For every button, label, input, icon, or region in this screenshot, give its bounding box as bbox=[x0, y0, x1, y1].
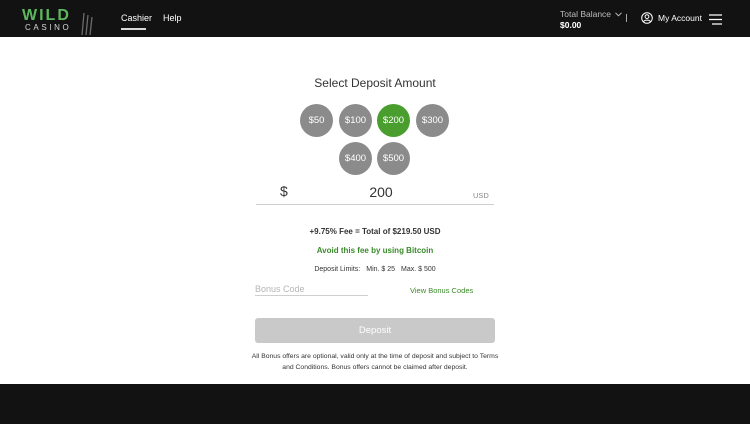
fee-summary: +9.75% Fee = Total of $219.50 USD bbox=[309, 227, 441, 236]
amount-chip-400[interactable]: $400 bbox=[339, 142, 372, 175]
view-bonus-codes-link[interactable]: View Bonus Codes bbox=[410, 286, 473, 295]
currency-code: USD bbox=[473, 191, 489, 200]
wild-casino-logo[interactable]: WILD CASINO bbox=[22, 7, 97, 35]
balance-label: Total Balance bbox=[560, 9, 612, 19]
footer-bar bbox=[0, 384, 750, 424]
hamburger-menu-button[interactable] bbox=[709, 12, 722, 30]
header-divider bbox=[626, 14, 627, 22]
logo-text-sub: CASINO bbox=[25, 23, 72, 32]
nav-cashier[interactable]: Cashier bbox=[121, 13, 152, 23]
my-account-button[interactable]: My Account bbox=[641, 12, 702, 24]
limits-max: Max. $ 500 bbox=[401, 266, 436, 273]
amount-chip-50[interactable]: $50 bbox=[300, 104, 333, 137]
amount-underline bbox=[256, 204, 494, 205]
limits-min: Min. $ 25 bbox=[366, 266, 396, 273]
amount-chip-300[interactable]: $300 bbox=[416, 104, 449, 137]
currency-symbol: $ bbox=[280, 183, 288, 199]
total-balance-dropdown[interactable]: Total Balance $0.00 bbox=[560, 9, 622, 30]
nav-help[interactable]: Help bbox=[163, 13, 182, 23]
user-circle-icon bbox=[641, 12, 653, 24]
limits-label: Deposit Limits: bbox=[314, 266, 361, 273]
bonus-disclaimer: All Bonus offers are optional, valid onl… bbox=[251, 353, 499, 371]
page-title: Select Deposit Amount bbox=[314, 76, 436, 90]
deposit-button[interactable]: Deposit bbox=[255, 318, 495, 343]
balance-amount: $0.00 bbox=[560, 20, 582, 30]
chevron-down-icon bbox=[615, 11, 622, 17]
bonus-code-input[interactable] bbox=[255, 282, 368, 296]
my-account-label: My Account bbox=[658, 13, 702, 23]
nav-active-indicator bbox=[121, 28, 146, 30]
amount-input[interactable] bbox=[296, 182, 466, 202]
amount-chip-100[interactable]: $100 bbox=[339, 104, 372, 137]
bitcoin-tip: Avoid this fee by using Bitcoin bbox=[316, 246, 434, 255]
hamburger-menu-icon bbox=[709, 14, 722, 25]
deposit-limits: Deposit Limits: Min. $ 25 Max. $ 500 bbox=[0, 266, 750, 273]
amount-chip-200[interactable]: $200 bbox=[377, 104, 410, 137]
amount-chip-500[interactable]: $500 bbox=[377, 142, 410, 175]
top-navbar: WILD CASINO Cashier Help Total Balance $… bbox=[0, 0, 750, 37]
logo-claw-icon bbox=[81, 12, 93, 35]
